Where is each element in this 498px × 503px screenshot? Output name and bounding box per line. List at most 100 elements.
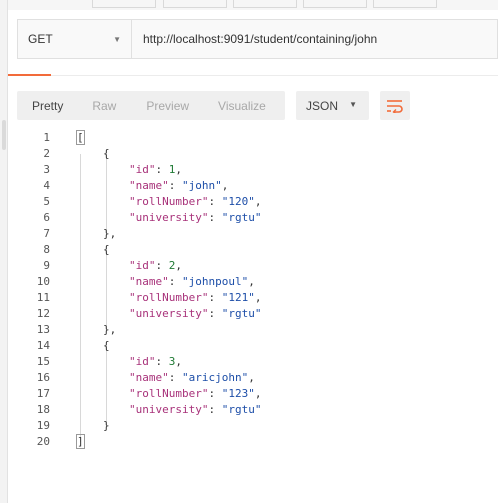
wrap-lines-button[interactable] <box>380 91 410 120</box>
json-punctuation: : <box>155 259 169 272</box>
code-line: 17 "rollNumber": "123", <box>0 386 498 402</box>
json-punctuation: ] <box>76 434 85 449</box>
format-select[interactable]: JSON ▼ <box>296 91 369 120</box>
json-punctuation: : <box>168 275 182 288</box>
code-line: 12 "university": "rgtu" <box>0 306 498 322</box>
line-number: 1 <box>43 131 50 144</box>
json-key: "university" <box>129 403 209 416</box>
json-key: "name" <box>129 371 169 384</box>
line-number: 16 <box>36 371 50 384</box>
code-text: "id": 1, <box>129 162 182 178</box>
json-punctuation: : <box>208 307 222 320</box>
request-tab[interactable] <box>92 0 156 8</box>
json-punctuation: , <box>221 179 229 192</box>
line-number: 12 <box>36 307 50 320</box>
code-line: 4 "name": "john", <box>0 178 498 194</box>
line-number: 2 <box>43 147 50 160</box>
line-number: 11 <box>36 291 50 304</box>
line-number: 10 <box>36 275 50 288</box>
json-punctuation: , <box>248 371 255 384</box>
code-text: } <box>103 418 110 434</box>
line-number: 9 <box>43 259 50 272</box>
code-text: { <box>103 146 110 162</box>
json-punctuation: : <box>168 371 182 384</box>
line-number: 17 <box>36 387 50 400</box>
line-number: 18 <box>36 403 50 416</box>
json-str: "aricjohn" <box>182 371 249 384</box>
json-punctuation: , <box>175 355 182 368</box>
json-punctuation: : <box>168 179 182 192</box>
json-punctuation: , <box>175 163 182 176</box>
url-input[interactable]: http://localhost:9091/student/containing… <box>132 20 497 58</box>
line-number: 4 <box>43 179 50 192</box>
json-punctuation: , <box>254 387 262 400</box>
request-bar: GET ▼ http://localhost:9091/student/cont… <box>17 19 498 59</box>
code-line: 8{ <box>0 242 498 258</box>
line-number: 19 <box>36 419 50 432</box>
json-str: "rgtu" <box>221 211 262 224</box>
line-number: 7 <box>43 227 50 240</box>
code-text: }, <box>103 322 116 338</box>
tab-pretty[interactable]: Pretty <box>32 91 63 120</box>
code-text: }, <box>103 226 116 242</box>
json-key: "rollNumber" <box>129 195 209 208</box>
tab-visualize[interactable]: Visualize <box>218 91 266 120</box>
chevron-down-icon: ▼ <box>349 100 357 109</box>
code-text: [ <box>76 130 85 146</box>
active-tab-indicator <box>8 74 51 76</box>
json-str: "john" <box>182 179 222 192</box>
response-body[interactable]: 1[2{3 "id": 1, 4 "name": "john", 5 "rollNumbe… <box>0 130 498 460</box>
code-text: "name": "johnpoul", <box>129 274 255 290</box>
code-line: 13}, <box>0 322 498 338</box>
response-tabs-divider <box>8 75 498 76</box>
code-text: "rollNumber": "123", <box>129 386 261 402</box>
request-tab[interactable] <box>233 0 297 8</box>
json-punctuation: : <box>155 163 169 176</box>
code-line: 20] <box>0 434 498 450</box>
response-view-tabs: Pretty Raw Preview Visualize <box>17 91 285 120</box>
json-punctuation: : <box>155 355 169 368</box>
json-punctuation: , <box>175 259 182 272</box>
code-text: "rollNumber": "120", <box>129 194 261 210</box>
format-label: JSON <box>306 98 339 113</box>
line-number: 15 <box>36 355 50 368</box>
json-punctuation: : <box>208 291 222 304</box>
request-tab[interactable] <box>303 0 367 8</box>
tab-raw[interactable]: Raw <box>92 91 116 120</box>
code-text: "id": 3, <box>129 354 182 370</box>
json-key: "id" <box>129 163 156 176</box>
json-punctuation: } <box>103 419 110 432</box>
code-line: 19} <box>0 418 498 434</box>
code-line: 1[ <box>0 130 498 146</box>
line-number: 6 <box>43 211 50 224</box>
tab-preview[interactable]: Preview <box>146 91 189 120</box>
json-punctuation: , <box>254 195 262 208</box>
wrap-lines-icon <box>387 99 403 113</box>
method-select[interactable]: GET ▼ <box>18 20 132 58</box>
json-punctuation: { <box>103 339 110 352</box>
code-text: "university": "rgtu" <box>129 210 261 226</box>
json-punctuation: }, <box>103 323 117 336</box>
json-punctuation: , <box>254 291 262 304</box>
json-punctuation: { <box>103 243 110 256</box>
request-tab[interactable] <box>163 0 227 8</box>
json-key: "university" <box>129 211 209 224</box>
code-line: 18 "university": "rgtu" <box>0 402 498 418</box>
json-punctuation: : <box>208 211 222 224</box>
json-key: "rollNumber" <box>129 291 209 304</box>
code-text: "university": "rgtu" <box>129 306 261 322</box>
code-text: "name": "aricjohn", <box>129 370 255 386</box>
json-str: "120" <box>221 195 255 208</box>
method-label: GET <box>28 32 53 46</box>
line-number: 13 <box>36 323 50 336</box>
code-line: 6 "university": "rgtu" <box>0 210 498 226</box>
json-key: "university" <box>129 307 209 320</box>
code-line: 7}, <box>0 226 498 242</box>
line-number: 20 <box>36 435 50 448</box>
json-key: "id" <box>129 355 156 368</box>
line-number: 5 <box>43 195 50 208</box>
request-tab[interactable] <box>373 0 437 8</box>
json-key: "name" <box>129 179 169 192</box>
code-text: ] <box>76 434 85 450</box>
code-text: "name": "john", <box>129 178 228 194</box>
